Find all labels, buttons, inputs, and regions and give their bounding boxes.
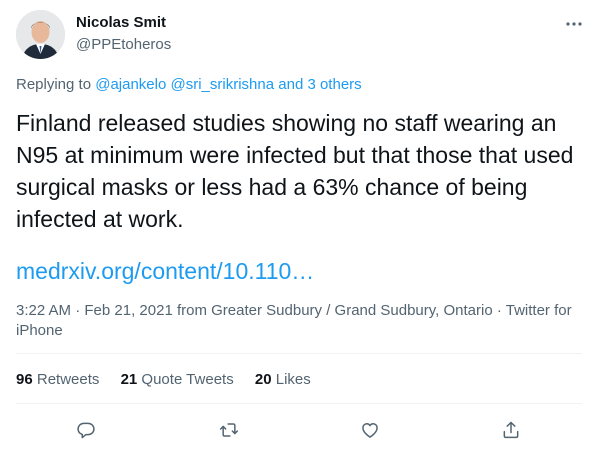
tweet-time[interactable]: 3:22 AM <box>16 302 71 319</box>
tweet-location[interactable]: from Greater Sudbury / Grand Sudbury, On… <box>177 302 493 319</box>
likes-label: Likes <box>275 371 311 388</box>
divider <box>16 403 582 404</box>
tweet-detail: Nicolas Smit @PPEtoheros Replying to @aj… <box>0 0 598 453</box>
mention-link[interactable]: @sri_srikrishna <box>171 76 275 93</box>
retweets-count: 96 <box>16 371 33 388</box>
engagement-stats: 96 Retweets 21 Quote Tweets 20 Likes <box>16 371 328 388</box>
heart-icon <box>362 423 378 438</box>
replying-to-prefix: Replying to <box>16 76 92 93</box>
quotes-count: 21 <box>120 371 138 388</box>
retweets-label: Retweets <box>36 371 100 388</box>
avatar[interactable] <box>16 10 65 59</box>
share-icon <box>503 421 519 439</box>
others-link[interactable]: and 3 others <box>278 76 361 93</box>
retweet-icon <box>219 423 239 437</box>
reply-icon <box>77 422 95 439</box>
share-button[interactable] <box>497 416 525 444</box>
meta-separator: · <box>492 302 506 319</box>
tweet-text: Finland released studies showing no staf… <box>16 110 574 232</box>
divider <box>16 353 582 354</box>
replying-to: Replying to @ajankelo @sri_srikrishna an… <box>16 76 362 93</box>
avatar-photo <box>16 10 65 59</box>
tweet-date[interactable]: Feb 21, 2021 <box>84 302 172 319</box>
likes-stat[interactable]: 20 Likes <box>255 371 311 388</box>
author-handle[interactable]: @PPEtoheros <box>76 36 171 53</box>
like-button[interactable] <box>356 416 384 444</box>
tweet-metadata: 3:22 AM · Feb 21, 2021 from Greater Sudb… <box>16 301 581 341</box>
retweets-stat[interactable]: 96 Retweets <box>16 371 99 388</box>
author-name[interactable]: Nicolas Smit <box>76 14 166 31</box>
quote-tweets-stat[interactable]: 21 Quote Tweets <box>121 371 234 388</box>
retweet-button[interactable] <box>215 416 243 444</box>
likes-count: 20 <box>254 371 272 388</box>
more-button[interactable] <box>564 14 584 34</box>
tweet-url-link[interactable]: medrxiv.org/content/10.110… <box>16 258 314 285</box>
quotes-label: Quote Tweets <box>141 371 234 388</box>
meta-separator: · <box>71 302 85 319</box>
more-icon <box>566 22 582 26</box>
reply-button[interactable] <box>72 416 100 444</box>
action-bar <box>0 416 598 444</box>
mention-link[interactable]: @ajankelo <box>95 76 166 93</box>
